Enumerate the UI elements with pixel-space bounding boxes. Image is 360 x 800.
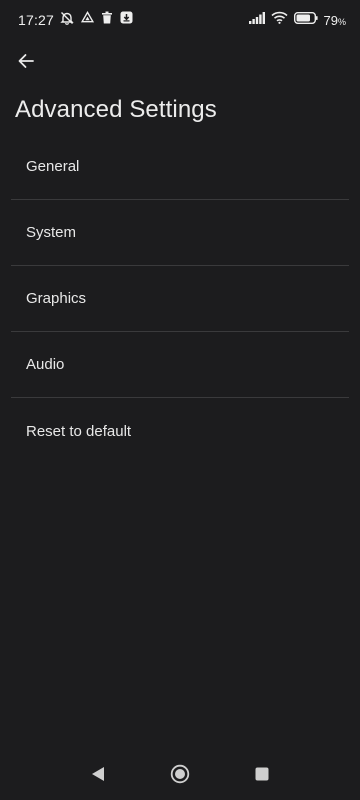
screen: 17:27 79% Advanced Settings General Syst…: [0, 0, 360, 800]
settings-item-label: Reset to default: [26, 422, 132, 440]
page-title: Advanced Settings: [15, 96, 217, 123]
status-icons-left: [60, 11, 133, 30]
back-button[interactable]: [10, 47, 42, 79]
home-circle-icon: [170, 764, 190, 789]
settings-item-label: Graphics: [26, 290, 87, 307]
back-triangle-icon: [91, 766, 105, 787]
signal-icon: [248, 11, 265, 29]
recents-square-icon: [255, 767, 269, 786]
settings-item-general[interactable]: General: [11, 134, 349, 200]
nav-home-button[interactable]: [166, 762, 194, 790]
nav-recents-button[interactable]: [248, 762, 276, 790]
arrow-left-icon: [17, 52, 35, 75]
settings-item-audio[interactable]: Audio: [11, 332, 349, 398]
status-time: 17:27: [18, 12, 55, 28]
settings-item-label: System: [26, 224, 77, 241]
navigation-bar: [0, 752, 360, 800]
notifications-off-icon: [60, 11, 74, 30]
nav-back-button[interactable]: [84, 762, 112, 790]
settings-item-reset-to-default[interactable]: Reset to default: [11, 398, 349, 464]
battery-percent: 79%: [324, 13, 346, 28]
settings-item-label: General: [26, 158, 80, 175]
trash-icon: [101, 11, 113, 29]
settings-item-system[interactable]: System: [11, 200, 349, 266]
drive-icon: [80, 11, 95, 29]
battery-percent-value: 79: [323, 12, 338, 28]
status-icons-right: 79%: [248, 11, 346, 29]
status-bar: 17:27 79%: [0, 0, 360, 40]
settings-list: General System Graphics Audio Reset to d…: [11, 134, 349, 464]
settings-item-label: Audio: [26, 356, 65, 373]
battery-icon: [293, 11, 318, 29]
settings-item-graphics[interactable]: Graphics: [11, 266, 349, 332]
wifi-icon: [270, 11, 288, 29]
download-app-icon: [120, 11, 133, 29]
battery-percent-unit: %: [337, 16, 346, 27]
